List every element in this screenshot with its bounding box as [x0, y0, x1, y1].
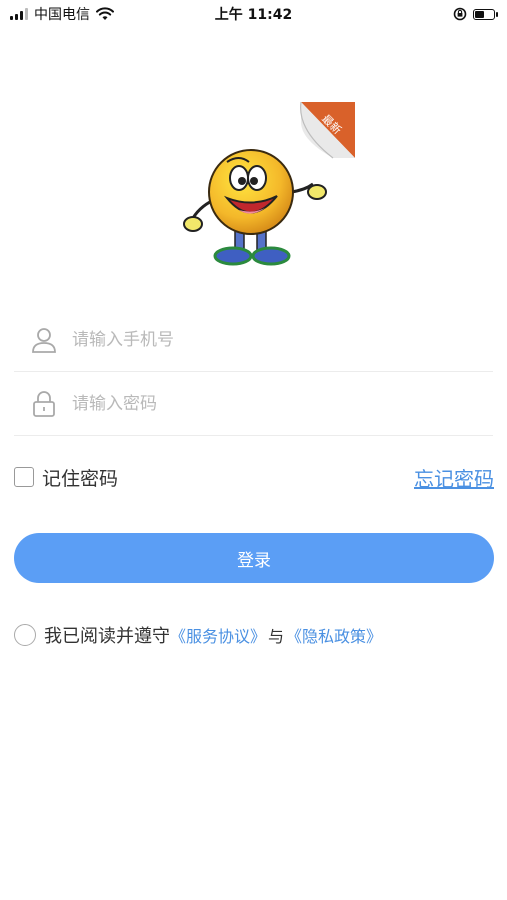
agreement-radio[interactable] [14, 624, 36, 646]
app-logo: 最新 [183, 101, 355, 266]
battery-icon [473, 8, 498, 20]
remember-password[interactable]: 记住密码 [14, 464, 118, 491]
agreement-prefix: 我已阅读并遵守 [44, 626, 170, 647]
user-icon [30, 326, 58, 354]
new-badge: 最新 [300, 101, 355, 159]
carrier-label: 中国电信 [34, 7, 90, 23]
password-field-row [14, 372, 493, 436]
status-bar: 中国电信 上午 11:42 [0, 0, 507, 28]
login-button[interactable]: 登录 [14, 533, 494, 583]
remember-checkbox[interactable] [14, 467, 34, 487]
remember-label: 记住密码 [42, 467, 119, 490]
battery-fill [475, 10, 484, 18]
signal-icon [10, 8, 28, 20]
privacy-policy-link[interactable]: 《隐私政策》 [286, 623, 382, 647]
phone-field-row [14, 308, 493, 372]
login-screen: 中国电信 上午 11:42 最新 请输入手机号 记住密码 忘记密码 登录 我已阅… [0, 0, 507, 900]
status-right [453, 7, 507, 21]
agreement-conjunction: 与 [268, 627, 285, 646]
wifi-icon [96, 7, 114, 20]
password-input[interactable] [70, 392, 454, 415]
options-row: 记住密码 忘记密码 [14, 460, 494, 494]
forgot-password-link[interactable]: 忘记密码 [414, 463, 494, 492]
status-left: 中国电信 [0, 4, 114, 24]
lock-icon [30, 390, 58, 418]
agreement-row: 我已阅读并遵守 《服务协议》 与 《隐私政策》 [14, 620, 382, 650]
service-agreement-link[interactable]: 《服务协议》 [170, 623, 266, 647]
lock-rotation-icon [453, 7, 467, 21]
phone-input[interactable] [70, 328, 454, 351]
